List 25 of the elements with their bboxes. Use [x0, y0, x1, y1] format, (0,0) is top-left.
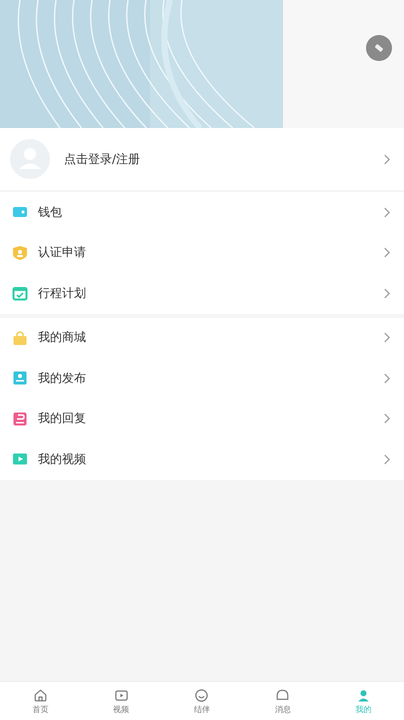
menu-item[interactable]: 我的商城 — [38, 329, 383, 346]
chevron-icon — [383, 247, 390, 258]
menu-item[interactable]: 我的发布 — [38, 370, 383, 387]
smile-icon — [194, 688, 210, 702]
settings-button[interactable] — [366, 35, 392, 61]
tab[interactable]: 首页 — [0, 682, 81, 720]
person-icon — [356, 688, 372, 702]
menu-item[interactable]: 我的视频 — [38, 450, 383, 468]
tab[interactable]: 视频 — [80, 682, 162, 720]
tab[interactable]: 结伴 — [162, 682, 242, 720]
tab[interactable]: 消息 — [242, 682, 324, 720]
chevron-icon — [383, 413, 390, 424]
video-icon — [114, 688, 129, 702]
chevron-icon — [383, 372, 390, 384]
menu-item[interactable]: 行程计划 — [38, 284, 383, 302]
home-icon — [32, 688, 48, 702]
menu-item[interactable]: 我的回复 — [38, 410, 383, 428]
menu-item[interactable]: 认证申请 — [38, 244, 383, 262]
chevron-icon — [383, 288, 390, 299]
chevron-icon — [383, 332, 390, 344]
chevron-icon — [383, 206, 390, 218]
chevron-icon — [383, 454, 390, 465]
menu-item[interactable]: 钱包 — [38, 204, 383, 221]
message-icon — [275, 688, 290, 702]
chevron-icon — [383, 154, 390, 164]
